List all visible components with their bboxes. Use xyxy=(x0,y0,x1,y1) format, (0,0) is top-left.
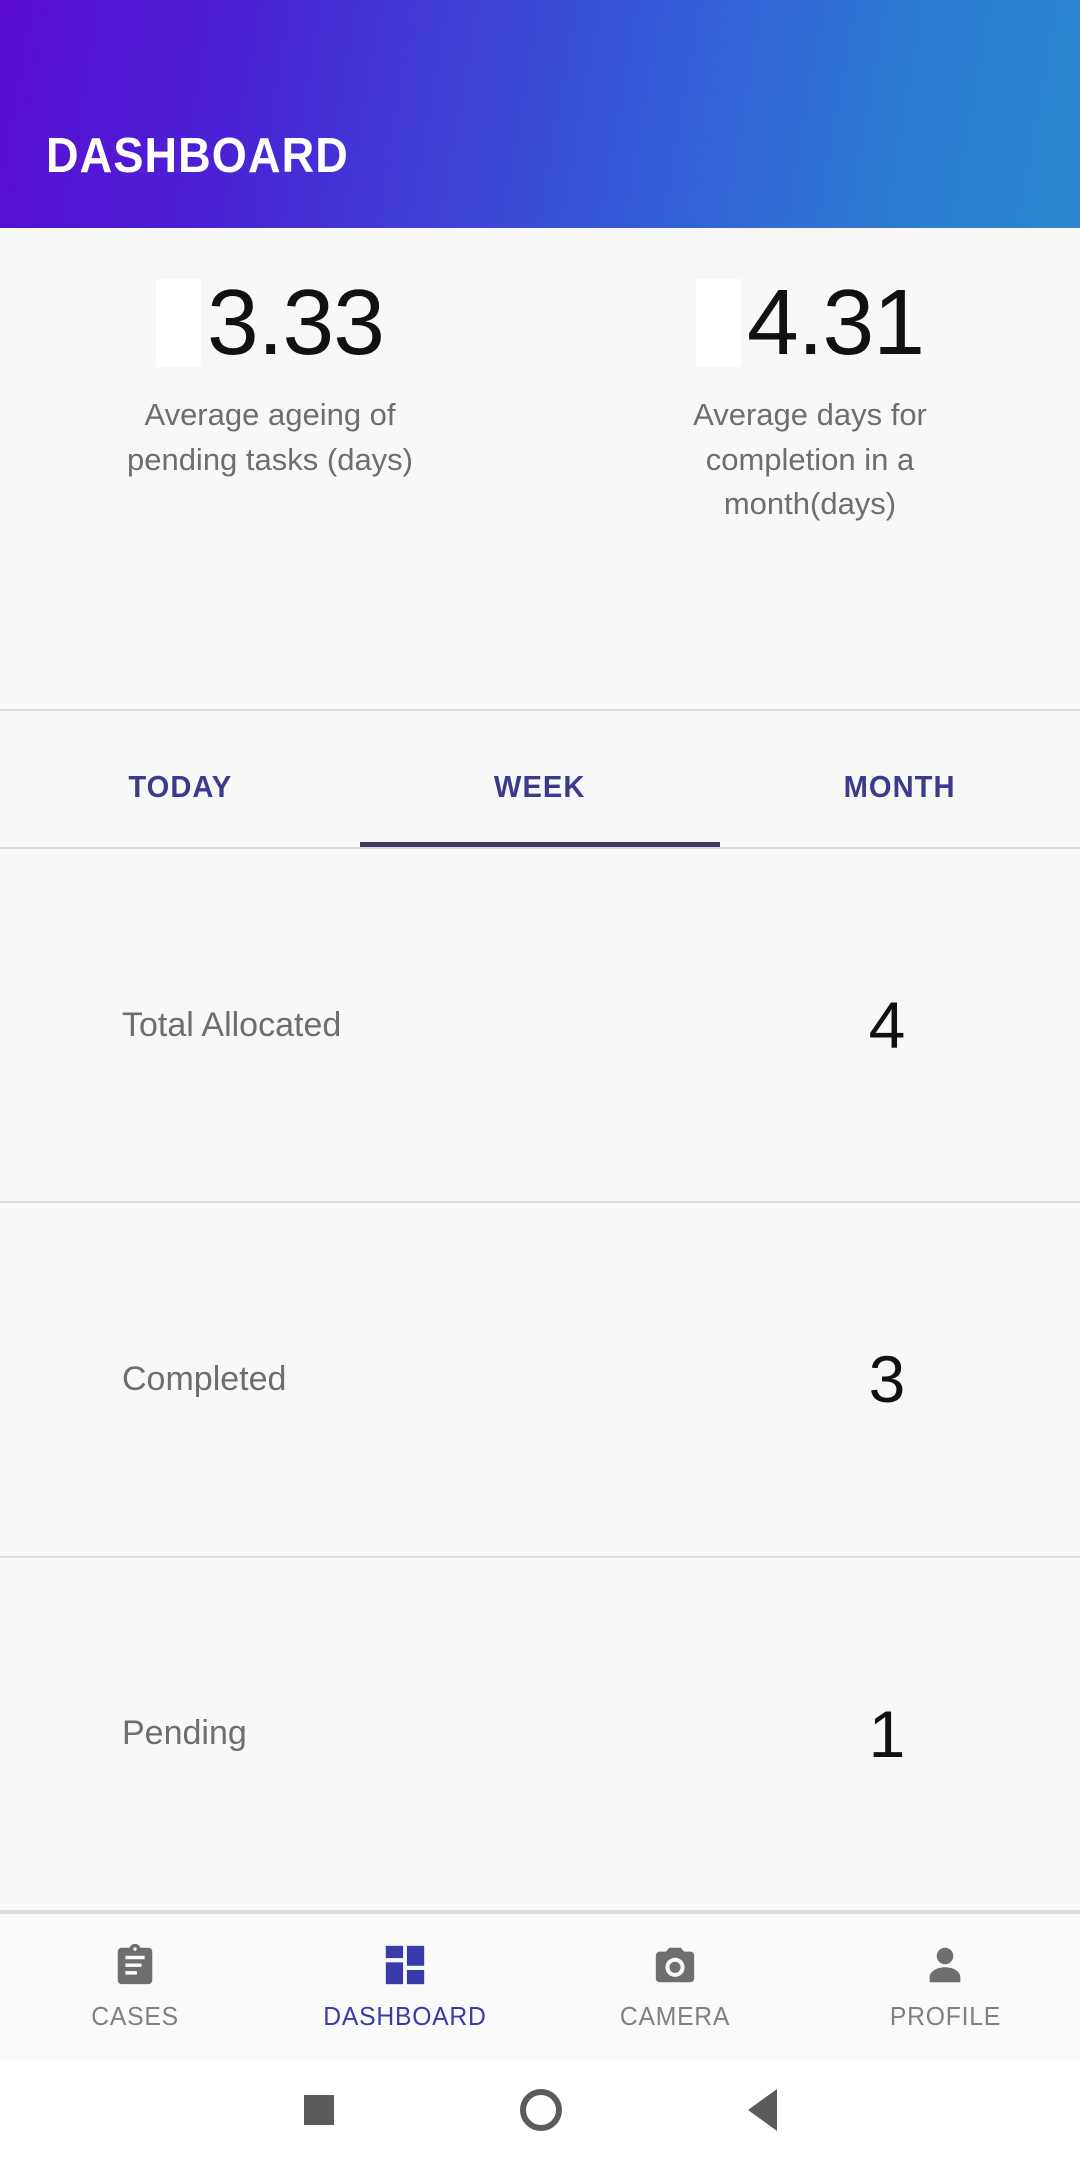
tab-label: MONTH xyxy=(843,769,957,804)
row-label: Pending xyxy=(122,1714,247,1753)
period-tab-bar: TODAY WEEK MONTH xyxy=(0,711,1080,849)
row-value: 3 xyxy=(868,1342,906,1417)
stat-card-average-completion-days: 4.31 Average days for completion in a mo… xyxy=(540,276,1080,709)
page-title: DASHBOARD xyxy=(46,129,349,183)
grid-dashboard-icon xyxy=(382,1942,428,1988)
stat-value: 4.31 xyxy=(746,270,925,374)
person-icon xyxy=(922,1942,968,1988)
summary-stats: 3.33 Average ageing of pending tasks (da… xyxy=(0,228,1080,711)
back-triangle-icon[interactable] xyxy=(747,2089,777,2131)
stat-value-row: 4.31 xyxy=(695,270,925,374)
nav-item-dashboard[interactable]: DASHBOARD xyxy=(270,1914,540,2060)
broken-image-placeholder-icon xyxy=(155,278,201,367)
nav-label: PROFILE xyxy=(889,2001,1001,2031)
tab-week[interactable]: WEEK xyxy=(360,711,720,847)
nav-label: DASHBOARD xyxy=(323,2001,487,2031)
clipboard-icon xyxy=(112,1942,158,1988)
nav-item-profile[interactable]: PROFILE xyxy=(810,1914,1080,2060)
table-row[interactable]: Total Allocated 4 xyxy=(0,849,1080,1204)
system-navigation-bar xyxy=(0,2060,1080,2160)
nav-label: CAMERA xyxy=(619,2001,731,2031)
stat-value: 3.33 xyxy=(206,270,385,374)
tab-label: WEEK xyxy=(494,769,586,804)
stat-label: Average ageing of pending tasks (days) xyxy=(126,397,414,477)
stat-value-row: 3.33 xyxy=(155,270,385,374)
camera-icon xyxy=(652,1942,698,1988)
stat-card-average-ageing: 3.33 Average ageing of pending tasks (da… xyxy=(0,276,540,709)
row-label: Total Allocated xyxy=(122,1005,342,1044)
tab-label: TODAY xyxy=(128,769,232,804)
nav-item-camera[interactable]: CAMERA xyxy=(540,1914,810,2060)
stat-label: Average days for completion in a month(d… xyxy=(693,397,927,522)
nav-label: CASES xyxy=(91,2001,179,2031)
broken-image-placeholder-icon xyxy=(695,278,741,367)
row-value: 4 xyxy=(868,988,906,1063)
nav-item-cases[interactable]: CASES xyxy=(0,1914,270,2060)
bottom-navigation-bar: CASES DASHBOARD CAMERA PROFILE xyxy=(0,1912,1080,2060)
recent-apps-square-icon[interactable] xyxy=(303,2095,334,2125)
home-circle-icon[interactable] xyxy=(519,2089,562,2131)
table-row[interactable]: Pending 1 xyxy=(0,1558,1080,1912)
app-bar: DASHBOARD xyxy=(0,0,1080,228)
row-value: 1 xyxy=(868,1696,906,1771)
tab-month[interactable]: MONTH xyxy=(720,711,1080,847)
row-label: Completed xyxy=(122,1359,287,1398)
task-summary-list: Total Allocated 4 Completed 3 Pending 1 xyxy=(0,849,1080,1912)
dashboard-screen: DASHBOARD 3.33 Average ageing of pending… xyxy=(0,0,1080,2160)
tab-today[interactable]: TODAY xyxy=(0,711,360,847)
table-row[interactable]: Completed 3 xyxy=(0,1203,1080,1558)
